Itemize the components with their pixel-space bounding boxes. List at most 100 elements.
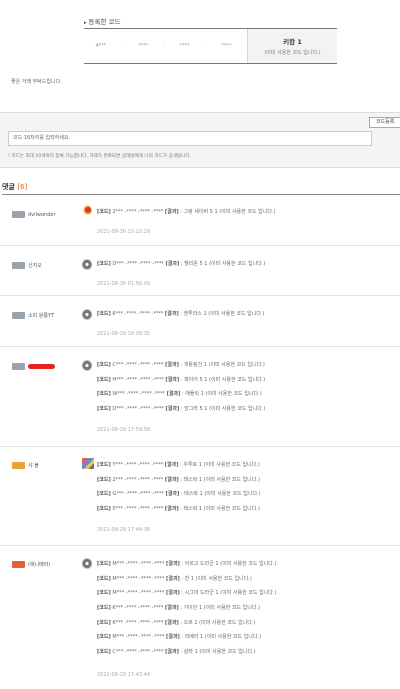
result-text: : 파이어 5 1 (이미 사용한 코드 입니다.)	[180, 376, 266, 383]
comment-author: 신지오	[12, 262, 42, 269]
result-text: : 아르고 드라군 1 (이미 사용한 코드 입니다.)	[181, 561, 277, 567]
level-badge	[12, 312, 25, 319]
result-text: : 오르 1 (이미 사용한 코드 입니다.)	[180, 619, 256, 626]
registered-code-title: ▸ 등록한 코드	[84, 16, 120, 26]
profile-avatar	[82, 205, 92, 216]
code-tag: [코드]	[97, 261, 111, 267]
result-tag: [결과]	[164, 311, 179, 317]
code-tag: [코드]	[97, 506, 111, 513]
code-tag: [코드]	[97, 561, 111, 567]
dash-separator: -	[162, 43, 165, 49]
code-part: ****	[179, 43, 190, 49]
result-tag: [결과]	[165, 575, 180, 582]
profile-avatar	[82, 558, 92, 569]
result-tag: [결과]	[165, 561, 180, 567]
comment-line: [코드] G*** -**** -**** -**** [결과] : 테스락 1…	[97, 487, 397, 502]
comment-line: [코드] Y*** -**** -**** -**** [결과] : 우투토 1…	[97, 458, 397, 473]
comments-label: 댓글	[2, 183, 15, 191]
code-text: M*** -**** -**** -****	[112, 561, 165, 567]
result-text: : 애플릭 1 (이미 사용한 코드 입니다.)	[181, 391, 262, 398]
comment-item: 신지오 [코드] D*** -**** -**** -**** [결과] : 헬…	[0, 246, 400, 296]
code-text: C*** -**** -**** -****	[112, 362, 164, 368]
result-tag: [결과]	[165, 590, 180, 597]
comment-date: 2021-08-29 18:09:35	[97, 331, 151, 337]
registered-code-status: 키캉 1 (이미 사용한 코드 입니다.)	[247, 29, 337, 63]
code-text: K*** -**** -**** -****	[112, 605, 164, 612]
code-input[interactable]: 코드 16자리를 입력하세요.	[8, 131, 372, 146]
result-text: : 엔투라스 1 (이미 사용한 코드 입니다.)	[180, 311, 265, 317]
comment-item: 소피 왕롱YT [코드] 6*** -**** -**** -**** [결과]…	[0, 296, 400, 347]
code-text: H*** -**** -**** -****	[112, 376, 164, 383]
comment-author	[12, 363, 55, 370]
comment-line: [코드] C*** -**** -**** -**** [결과] : 샬라 1 …	[97, 645, 397, 660]
code-tag: [코드]	[97, 462, 111, 468]
profile-avatar	[82, 309, 92, 320]
code-text: 5*** -**** -**** -****	[112, 506, 164, 513]
comment-author: dvilwonder	[12, 211, 56, 218]
register-code-button[interactable]: 코드등록	[369, 117, 400, 128]
code-tag: [코드]	[97, 406, 111, 413]
result-tag: [결과]	[164, 209, 179, 215]
comment-line: [코드] 5*** -**** -**** -**** [결과] : 테스락 1…	[97, 502, 397, 517]
comment-date: 2021-08-29 17:59:58	[97, 427, 151, 433]
code-tag: [코드]	[97, 649, 111, 656]
comment-item: [코드] C*** -**** -**** -**** [결과] : 개틀링건 …	[0, 347, 400, 447]
result-tag: [결과]	[164, 619, 179, 626]
result-text: : 테스락 1 (이미 사용한 코드 입니다.)	[180, 491, 261, 498]
code-tag: [코드]	[97, 605, 111, 612]
author-nickname[interactable]: dvilwonder	[28, 212, 56, 218]
code-tag: [코드]	[97, 590, 111, 597]
author-nickname[interactable]: 소피 왕롱YT	[28, 312, 54, 319]
code-tag: [코드]	[97, 311, 111, 317]
comment-line: [코드] M*** -**** -**** -**** [결과] : 찬 1 (…	[97, 572, 397, 587]
trade-message: 좋은 거래 부탁드립니다.	[11, 79, 62, 85]
comment-lines: [코드] 2*** -**** -**** -**** [결과] : 그랑 세이…	[97, 205, 397, 220]
comment-author: (애니메라)	[12, 561, 50, 568]
comment-line: [코드] D*** -**** -**** -**** [결과] : 헬리온 5…	[97, 257, 397, 272]
code-tag: [코드]	[97, 391, 111, 398]
comment-author: 소피 왕롱YT	[12, 312, 54, 319]
level-badge	[12, 561, 25, 568]
result-tag: [결과]	[165, 491, 180, 498]
code-text: 6*** -**** -**** -****	[112, 311, 164, 317]
code-tag: [코드]	[97, 476, 111, 483]
code-text: M*** -**** -**** -****	[112, 590, 165, 597]
author-nickname[interactable]: 샤 블	[28, 462, 39, 469]
code-text: G*** -**** -**** -****	[112, 491, 164, 498]
result-text: : 시그마 드라군 1 (이미 사용한 코드 입니다.)	[181, 590, 277, 597]
comment-date: 2021-08-29 17:44:38	[97, 527, 151, 533]
registered-code-title-text: 등록한 코드	[88, 18, 121, 26]
comment-author: 샤 블	[12, 462, 39, 469]
code-tag: [코드]	[97, 619, 111, 626]
result-text: : 테스락 1 (이미 사용한 코드 입니다.)	[180, 506, 260, 513]
comment-line: [코드] M*** -**** -**** -**** [결과] : 아르고 드…	[97, 557, 397, 572]
result-tag: [결과]	[164, 462, 179, 468]
code-part: ****	[137, 43, 148, 49]
result-text: : 테스락 1 (이미 사용한 코드 입니다.)	[180, 476, 260, 483]
comment-line: [코드] M*** -**** -**** -**** [결과] : 리베라 1…	[97, 630, 397, 645]
author-nickname[interactable]: (애니메라)	[28, 561, 50, 568]
result-tag: [결과]	[165, 634, 180, 641]
arrow-icon: ▸	[84, 20, 87, 26]
result-text: : 샬라 1 (이미 사용한 코드 입니다.)	[180, 649, 256, 656]
result-text: : 리베라 1 (이미 사용한 코드 입니다.)	[181, 634, 262, 641]
result-text: : 우투토 1 (이미 사용한 코드 입니다.)	[180, 462, 260, 468]
comment-line: [코드] D*** -**** -**** -**** [결과] : 앙그라 5…	[97, 402, 397, 417]
level-badge	[12, 462, 25, 469]
comment-date: 2021-08-29 17:43:44	[97, 672, 151, 678]
code-note: ! 코드는 최대 10개까지 등록 가능합니다. 거래가 완료되면 상대방에게 …	[8, 154, 192, 159]
code-text: C*** -**** -**** -****	[112, 649, 164, 656]
result-tag: [결과]	[166, 391, 181, 398]
comments-header: 댓글 [6]	[2, 182, 27, 192]
author-nickname[interactable]: 신지오	[28, 262, 42, 269]
dash-separator: -	[121, 43, 123, 49]
code-tag: [코드]	[97, 634, 111, 641]
result-text: : 찬 1 (이미 사용한 코드 입니다.)	[181, 575, 252, 582]
status-subtitle: (이미 사용한 코드 입니다.)	[264, 50, 321, 56]
registered-code-box: 4*** - **** - **** - **** 키캉 1 (이미 사용한 코…	[84, 28, 337, 64]
code-tag: [코드]	[97, 491, 111, 498]
result-tag: [결과]	[165, 261, 180, 267]
code-text: M*** -**** -**** -****	[112, 634, 165, 641]
comment-lines: [코드] M*** -**** -**** -**** [결과] : 아르고 드…	[97, 557, 397, 660]
redacted-nickname	[28, 364, 55, 369]
